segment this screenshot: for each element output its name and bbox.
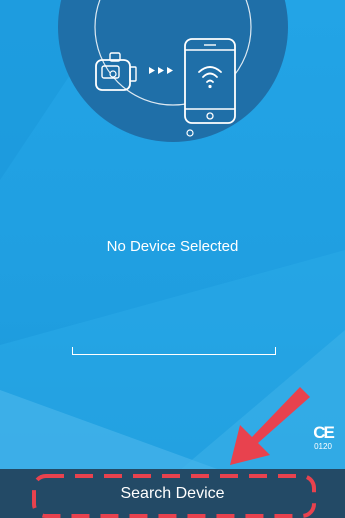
device-status-text: No Device Selected (106, 238, 239, 255)
ce-certification-mark: CE 0120 (308, 424, 338, 451)
annotation-arrow-icon (230, 387, 310, 465)
pairing-illustration (57, 0, 288, 142)
ce-mark-symbol: CE (313, 423, 335, 442)
transfer-arrows-icon (148, 67, 173, 74)
search-device-button[interactable]: Search Device (0, 469, 345, 518)
connection-progress-bar (72, 347, 276, 355)
pairing-screen: No Device Selected CE 0120 Search Device (0, 0, 345, 518)
ce-notified-body-number: 0120 (314, 442, 332, 451)
